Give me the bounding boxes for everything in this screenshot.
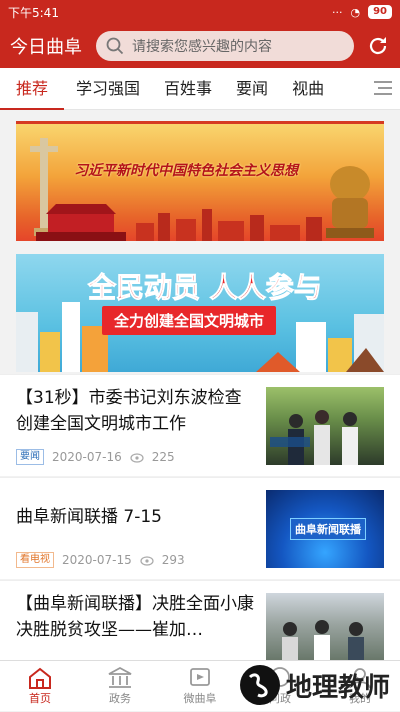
nav-label: 政务 [109, 692, 131, 705]
app-title: 今日曲阜 [10, 37, 82, 58]
news-meta: 看电视 2020-07-15 293 [16, 552, 185, 568]
nav-government[interactable]: 政务 [80, 661, 160, 711]
tab-news[interactable]: 要闻 [224, 68, 280, 110]
banner-ribbon: 全力创建全国文明城市 [102, 306, 277, 335]
news-views: 293 [161, 553, 185, 567]
microblog-icon [190, 668, 210, 686]
news-item[interactable]: 【曲阜新闻联播】决胜全面小康 决胜脱贫攻坚——崔加… [0, 580, 400, 660]
news-tag: 看电视 [16, 552, 54, 568]
news-thumbnail: 曲阜新闻联播 [266, 490, 384, 568]
search-placeholder: 请搜索您感兴趣的内容 [132, 39, 272, 55]
news-thumbnail [266, 387, 384, 465]
news-meta: 要闻 2020-07-16 225 [16, 449, 175, 465]
watermark-text: 地理教师 [285, 672, 390, 703]
status-time: 下午5:41 [8, 5, 59, 20]
tab-xuexi[interactable]: 学习强国 [64, 68, 152, 110]
thumbnail-label: 曲阜新闻联播 [290, 518, 366, 540]
tab-video[interactable]: 视曲 [280, 68, 336, 110]
nav-label: 首页 [29, 692, 51, 705]
app-header: 今日曲阜 请搜索您感兴趣的内容 [0, 24, 400, 68]
banner-civilization[interactable]: 全民动员 人人参与 全力创建全国文明城市 [16, 254, 384, 372]
home-icon [29, 667, 51, 689]
news-views: 225 [151, 450, 175, 464]
refresh-icon[interactable] [366, 34, 390, 58]
banner-slogan: 习近平新时代中国特色社会主义思想 [74, 163, 298, 179]
signal-icon: ··· [331, 5, 343, 19]
people-photo-icon [270, 410, 358, 465]
tiananmen-icon [36, 204, 126, 241]
wifi-icon: ◔ [350, 5, 361, 19]
news-thumbnail [266, 593, 384, 660]
news-date: 2020-07-15 [62, 553, 132, 567]
nav-microblog[interactable]: 微曲阜 [160, 661, 240, 711]
status-bar: 下午5:41 ··· ◔ 90 [0, 0, 400, 24]
nav-home[interactable]: 首页 [0, 661, 80, 711]
tab-people[interactable]: 百姓事 [152, 68, 224, 110]
watermark: 地理教师 [239, 665, 390, 705]
people-photo-icon [282, 620, 364, 660]
banner-ideology[interactable]: 习近平新时代中国特色社会主义思想 [16, 121, 384, 241]
feed: 习近平新时代中国特色社会主义思想 全民动员 人人参与 全力创建全国文明城市 【3… [0, 111, 400, 660]
news-item[interactable]: 【31秒】市委书记刘东波检查创建全国文明城市工作 要闻 2020-07-16 2… [0, 374, 400, 476]
banner-title: 全民动员 人人参与 [88, 271, 323, 305]
news-title: 【31秒】市委书记刘东波检查创建全国文明城市工作 [16, 388, 242, 434]
eye-icon [130, 450, 144, 464]
news-item[interactable]: 曲阜新闻联播 7-15 看电视 2020-07-15 293 曲阜新闻联播 [0, 477, 400, 579]
search-icon [106, 37, 124, 55]
news-title: 【曲阜新闻联播】决胜全面小康 决胜脱贫攻坚——崔加… [16, 594, 254, 640]
battery-indicator: 90 [368, 5, 392, 19]
eye-icon [140, 553, 154, 567]
news-date: 2020-07-16 [52, 450, 122, 464]
government-icon [108, 666, 132, 688]
globe-logo-icon [239, 665, 280, 705]
nav-label: 微曲阜 [183, 692, 217, 705]
category-tabs: 推荐 学习强国 百姓事 要闻 视曲 [0, 68, 400, 110]
skyline-icon [136, 209, 322, 241]
news-title: 曲阜新闻联播 7-15 [16, 507, 162, 527]
search-bar[interactable]: 请搜索您感兴趣的内容 [96, 31, 354, 61]
tab-recommend[interactable]: 推荐 [0, 68, 65, 110]
menu-icon[interactable] [372, 78, 394, 98]
news-tag: 要闻 [16, 449, 44, 465]
